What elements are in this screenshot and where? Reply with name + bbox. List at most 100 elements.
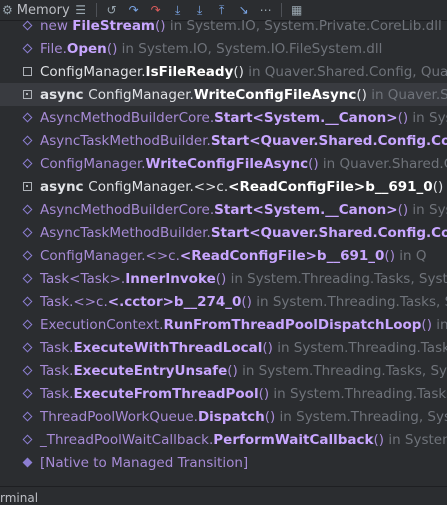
frame-location: in Sys xyxy=(412,201,447,218)
frame-location: in System.Threading, Sys xyxy=(275,408,447,425)
stack-frame-row[interactable]: async ConfigManager.WriteConfigFileAsync… xyxy=(0,83,447,106)
external-frame-icon xyxy=(20,203,34,217)
frame-location: in Sys xyxy=(436,316,447,333)
frame-method-parens: () xyxy=(241,293,252,310)
stack-frame-text: AsyncMethodBuilderCore.Start<System.__Ca… xyxy=(40,110,447,126)
frame-method-name: Open xyxy=(66,40,107,57)
stack-frame-text: Task.ExecuteEntryUnsafe() in System.Thre… xyxy=(40,363,447,379)
frame-location: in Sys xyxy=(412,109,447,126)
frame-method-parens: () xyxy=(155,17,166,34)
frame-type-prefix: ConfigManager. xyxy=(40,155,146,172)
frame-method-parens: () xyxy=(227,362,238,379)
frame-location: in System.Threading.Tasks, Sys xyxy=(251,293,447,310)
external-frame-icon xyxy=(20,134,34,148)
external-frame-icon xyxy=(20,42,34,56)
frame-location: in Q xyxy=(443,179,447,195)
async-frame-icon xyxy=(20,88,34,102)
frame-location: in Quaver.Shared.Config, Qua xyxy=(243,63,447,80)
stack-frame-text: Task.ExecuteFromThreadPool() in System.T… xyxy=(40,386,447,402)
stack-frame-text: File.Open() in System.IO, System.IO.File… xyxy=(40,41,382,57)
stack-frame-text: ConfigManager.IsFileReady() in Quaver.Sh… xyxy=(40,64,447,80)
frame-method-name: RunFromThreadPoolDispatchLoop xyxy=(163,316,422,333)
user-frame-icon xyxy=(20,65,34,79)
stack-frame-row[interactable]: AsyncMethodBuilderCore.Start<System.__Ca… xyxy=(0,198,447,221)
external-frame-icon xyxy=(20,341,34,355)
frame-method-name: FileStream xyxy=(72,17,156,34)
stack-frame-text: async ConfigManager.<>c.<ReadConfigFile>… xyxy=(40,179,447,195)
frame-type-prefix: ConfigManager. xyxy=(40,63,146,80)
stack-frame-row[interactable]: AsyncMethodBuilderCore.Start<System.__Ca… xyxy=(0,106,447,129)
frame-type-prefix: Task. xyxy=(40,362,74,379)
frame-method-name: <ReadConfigFile>b__691_0 xyxy=(228,178,433,195)
frame-location: in System.Threading.Tasks, Sys xyxy=(237,362,447,379)
stack-frame-row[interactable]: new FileStream() in System.IO, System.Pr… xyxy=(0,16,447,37)
frame-type-prefix: Task. xyxy=(40,339,74,356)
stack-frame-text: ConfigManager.<>c.<ReadConfigFile>b__691… xyxy=(40,248,426,264)
frame-method-name: WriteConfigFileAsync xyxy=(193,86,357,103)
stack-frame-text: async ConfigManager.WriteConfigFileAsync… xyxy=(40,87,447,103)
frame-location: in System.Threading.Tasks, xyxy=(272,339,447,356)
frame-type-prefix: new xyxy=(40,17,73,34)
frame-type-prefix: AsyncTaskMethodBuilder. xyxy=(40,224,211,241)
frame-method-parens: () xyxy=(373,431,385,448)
stack-frame-text: Task.ExecuteWithThreadLocal() in System.… xyxy=(40,340,447,356)
frame-method-name: Start<Quaver.Shared.Config.Con xyxy=(210,224,447,241)
frame-method-parens: () xyxy=(264,408,276,425)
frame-type-prefix: File. xyxy=(40,40,67,57)
frame-type-prefix: ConfigManager.<>c. xyxy=(40,247,180,264)
frame-location: in Q xyxy=(394,247,427,264)
stack-frame-row[interactable]: File.Open() in System.IO, System.IO.File… xyxy=(0,37,447,60)
stack-frame-row[interactable]: Task.ExecuteFromThreadPool() in System.T… xyxy=(0,382,447,405)
stack-frame-row[interactable]: Task<Task>.InnerInvoke() in System.Threa… xyxy=(0,267,447,290)
stack-frame-row[interactable]: AsyncTaskMethodBuilder.Start<Quaver.Shar… xyxy=(0,129,447,152)
frame-type-prefix: ConfigManager. xyxy=(88,86,194,103)
external-frame-icon xyxy=(20,157,34,171)
stack-frame-text: AsyncTaskMethodBuilder.Start<Quaver.Shar… xyxy=(40,133,447,149)
frame-type-prefix: AsyncTaskMethodBuilder. xyxy=(40,132,211,149)
stack-frame-text: _ThreadPoolWaitCallback.PerformWaitCallb… xyxy=(40,432,447,448)
async-keyword: async xyxy=(40,86,89,103)
stack-frame-row[interactable]: Task.<>c.<.cctor>b__274_0() in System.Th… xyxy=(0,290,447,313)
stack-frame-row[interactable]: AsyncTaskMethodBuilder.Start<Quaver.Shar… xyxy=(0,221,447,244)
stack-frame-row[interactable]: _ThreadPoolWaitCallback.PerformWaitCallb… xyxy=(0,428,447,451)
external-frame-icon xyxy=(20,387,34,401)
stack-frame-row[interactable]: [Native to Managed Transition] xyxy=(0,451,447,474)
frame-method-parens: () xyxy=(432,178,444,195)
stack-frame-text: Task<Task>.InnerInvoke() in System.Threa… xyxy=(40,271,447,287)
frame-method-name: Start<System.__Canon> xyxy=(214,109,398,126)
call-stack-frames: new FileStream() in System.IO, System.Pr… xyxy=(0,16,447,486)
external-frame-icon xyxy=(20,226,34,240)
frame-method-parens: () xyxy=(262,339,273,356)
frame-method-name: <ReadConfigFile>b__691_0 xyxy=(179,247,385,264)
external-frame-icon xyxy=(20,249,34,263)
stack-frame-row[interactable]: async ConfigManager.<>c.<ReadConfigFile>… xyxy=(0,175,447,198)
frame-method-name: <.cctor>b__274_0 xyxy=(107,293,242,310)
frame-method-parens: () xyxy=(356,86,367,103)
frame-method-name: ExecuteEntryUnsafe xyxy=(73,362,228,379)
external-frame-icon xyxy=(20,111,34,125)
stack-frame-text: ThreadPoolWorkQueue.Dispatch() in System… xyxy=(40,409,447,425)
stack-frame-row[interactable]: Task.ExecuteWithThreadLocal() in System.… xyxy=(0,336,447,359)
terminal-tab-label[interactable]: rminal xyxy=(0,491,38,505)
stack-frame-text: Task.<>c.<.cctor>b__274_0() in System.Th… xyxy=(40,294,447,310)
frame-method-parens: () xyxy=(106,40,118,57)
frame-method-parens: () xyxy=(258,385,270,402)
stack-frame-row[interactable]: ExecutionContext.RunFromThreadPoolDispat… xyxy=(0,313,447,336)
stack-frame-row[interactable]: ThreadPoolWorkQueue.Dispatch() in System… xyxy=(0,405,447,428)
stack-frame-text: [Native to Managed Transition] xyxy=(40,455,248,471)
frame-location: in Quaver.Shared.C xyxy=(318,155,447,172)
external-frame-icon xyxy=(20,272,34,286)
stack-frame-row[interactable]: Task.ExecuteEntryUnsafe() in System.Thre… xyxy=(0,359,447,382)
frame-type-prefix: Task<Task>. xyxy=(40,270,126,287)
frame-location: in System.IO, System.IO.FileSystem.dll xyxy=(117,40,383,57)
frame-method-name: Start<System.__Canon> xyxy=(214,201,398,218)
frame-method-parens: () xyxy=(384,247,395,264)
frame-method-name: PerformWaitCallback xyxy=(213,431,374,448)
stack-frame-row[interactable]: ConfigManager.IsFileReady() in Quaver.Sh… xyxy=(0,60,447,83)
stack-frame-row[interactable]: ConfigManager.WriteConfigFileAsync() in … xyxy=(0,152,447,175)
frame-method-parens: () xyxy=(397,109,409,126)
external-frame-icon xyxy=(20,410,34,424)
frame-method-parens: () xyxy=(233,63,244,80)
stack-frame-text: ConfigManager.WriteConfigFileAsync() in … xyxy=(40,156,447,172)
stack-frame-row[interactable]: ConfigManager.<>c.<ReadConfigFile>b__691… xyxy=(0,244,447,267)
